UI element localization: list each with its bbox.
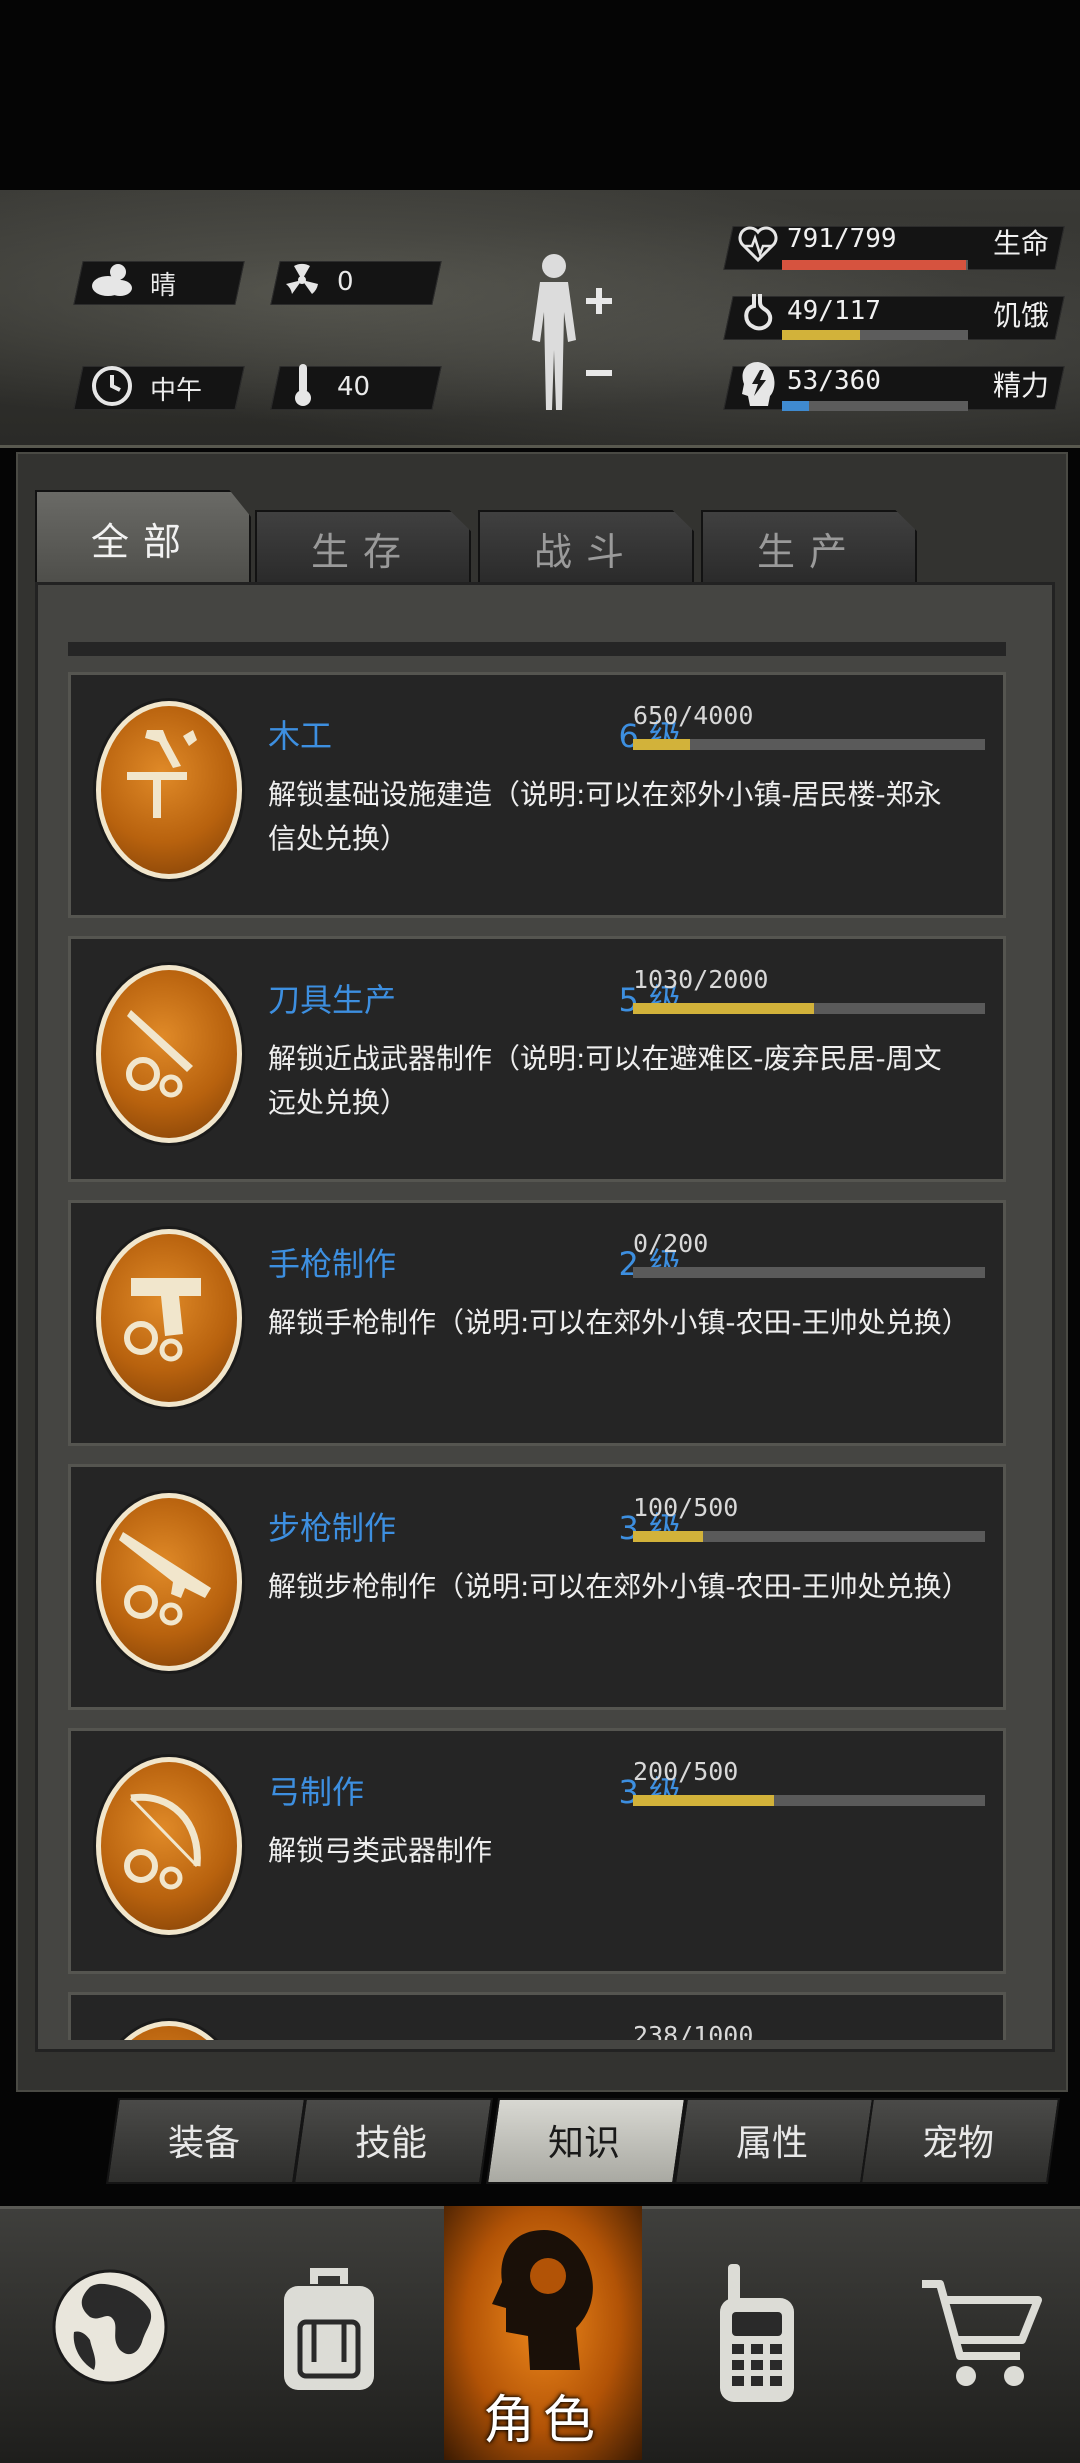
tab-all[interactable]: 全部 [35, 490, 251, 586]
tab-combat-label: 战斗 [533, 529, 638, 574]
carpentry-hammer-icon [127, 730, 197, 818]
skill-name: 手枪制作 [268, 1245, 397, 1283]
energy-head-icon [742, 362, 775, 406]
skill-xp: 100/500 [633, 1493, 739, 1522]
skill-xp: 650/4000 [633, 701, 754, 730]
skill-card[interactable]: 刀具生产 5 级 1030/2000 解锁近战武器制作（说明:可以在避难区-废弃民居-… [68, 936, 1006, 1182]
nav-role-label: 角色 [482, 2391, 603, 2451]
radiation-value: 0 [337, 267, 354, 297]
shopping-cart-icon [922, 2280, 1042, 2386]
skill-emblem [96, 701, 242, 879]
subtab-skills-label: 技能 [354, 2123, 427, 2164]
bow-gears-icon [124, 1793, 201, 1890]
skill-name: 机械修理 [268, 2031, 396, 2040]
skill-description: 解锁基础设施建造（说明:可以在郊外小镇-居民楼-郑永信处兑换） [268, 778, 942, 855]
skill-xp-bar [633, 1003, 985, 1014]
tab-all-label: 全部 [90, 519, 195, 564]
subtab-pets-label: 宠物 [921, 2123, 994, 2164]
tab-survival-label: 生存 [310, 529, 415, 574]
globe-icon [52, 2269, 168, 2385]
skill-xp-bar [633, 739, 985, 750]
skill-card[interactable]: 手枪制作 2 级 0/200 解锁手枪制作（说明:可以在郊外小镇-农田-王帅处兑换） [68, 1200, 1006, 1446]
clock-icon [92, 366, 132, 406]
skill-emblem [96, 1757, 242, 1935]
subtab-equipment-label: 装备 [167, 2123, 240, 2164]
skill-xp-bar [633, 1267, 985, 1278]
nav-map[interactable] [0, 2206, 220, 2460]
skill-emblem [96, 965, 242, 1143]
body-figure-icon[interactable] [520, 250, 620, 420]
temperature-value: 40 [337, 372, 371, 402]
skill-description: 解锁手枪制作（说明:可以在郊外小镇-农田-王帅处兑换） [268, 1306, 970, 1339]
health-bar [782, 260, 968, 270]
rifle-gears-icon [119, 1532, 211, 1626]
hunger-label: 饥饿 [993, 299, 1050, 332]
skill-card[interactable]: 木工 6 级 650/4000 解锁基础设施建造（说明:可以在郊外小镇-居民楼-郑永信… [68, 672, 1006, 918]
skill-card[interactable]: 步枪制作 3 级 100/500 解锁步枪制作（说明:可以在郊外小镇-农田-王帅处兑换… [68, 1464, 1006, 1710]
hunger-bar [782, 330, 968, 340]
heart-icon [738, 226, 778, 263]
skill-xp: 1030/2000 [633, 965, 769, 994]
health-bar-fill [782, 260, 967, 270]
health-label: 生命 [993, 227, 1050, 260]
skill-name: 弓制作 [268, 1773, 365, 1811]
nav-shop[interactable] [862, 2206, 1080, 2460]
skill-xp-bar-fill [633, 1531, 704, 1542]
skill-name: 步枪制作 [268, 1509, 397, 1547]
skill-description: 解锁弓类武器制作 [268, 1834, 493, 1867]
skill-xp-bar [633, 1531, 985, 1542]
skill-xp: 238/1000 [633, 2021, 754, 2040]
skill-list[interactable]: 木工 6 级 650/4000 解锁基础设施建造（说明:可以在郊外小镇-居民楼-郑永信… [68, 640, 1006, 2040]
stomach-icon [744, 294, 773, 331]
tab-production-label: 生产 [756, 529, 861, 574]
knife-gears-icon [126, 1010, 193, 1098]
energy-bar [782, 401, 968, 411]
skill-card[interactable]: 弓制作 3 级 200/500 解锁弓类武器制作 [68, 1728, 1006, 1974]
subtab-attributes-label: 属性 [735, 2123, 808, 2164]
weather-label: 晴 [150, 271, 177, 301]
skill-xp: 0/200 [633, 1229, 709, 1258]
energy-bar-fill [782, 401, 810, 411]
skill-emblem [96, 2021, 242, 2040]
head-silhouette-icon [492, 2230, 593, 2370]
radiation-icon [286, 263, 318, 294]
skill-description: 解锁步枪制作（说明:可以在郊外小镇-农田-王帅处兑换） [268, 1570, 970, 1603]
nav-backpack[interactable] [220, 2206, 444, 2460]
skill-name: 木工 [268, 717, 333, 755]
subtab-knowledge-label: 知识 [547, 2123, 620, 2164]
skill-xp-bar [633, 1795, 985, 1806]
time-label: 中午 [150, 376, 203, 406]
tab-production[interactable]: 生产 [701, 510, 917, 586]
skill-emblem [96, 1229, 242, 1407]
health-value: 791/799 [787, 224, 897, 254]
hunger-value: 49/117 [787, 296, 881, 326]
skill-card[interactable]: 机械修理4 级238/1000 [68, 1992, 1006, 2040]
skill-xp-bar-fill [633, 1795, 774, 1806]
nav-radio[interactable] [642, 2206, 862, 2460]
cloud-sun-icon [92, 264, 132, 296]
energy-label: 精力 [993, 369, 1050, 402]
skill-xp: 200/500 [633, 1757, 739, 1786]
walkie-talkie-icon [720, 2264, 794, 2402]
thermometer-icon [295, 364, 311, 406]
hunger-bar-fill [782, 330, 861, 340]
skill-xp-bar-fill [633, 739, 691, 750]
gears-icon [101, 2026, 237, 2040]
tab-combat[interactable]: 战斗 [478, 510, 694, 586]
skill-xp-bar-fill [633, 1003, 815, 1014]
energy-value: 53/360 [787, 366, 881, 396]
skill-name: 刀具生产 [268, 981, 397, 1019]
skill-description: 解锁近战武器制作（说明:可以在避难区-废弃民居-周文远处兑换） [268, 1042, 942, 1119]
tab-survival[interactable]: 生存 [255, 510, 471, 586]
backpack-icon [284, 2268, 374, 2390]
skill-emblem [96, 1493, 242, 1671]
pistol-gears-icon [124, 1278, 201, 1362]
